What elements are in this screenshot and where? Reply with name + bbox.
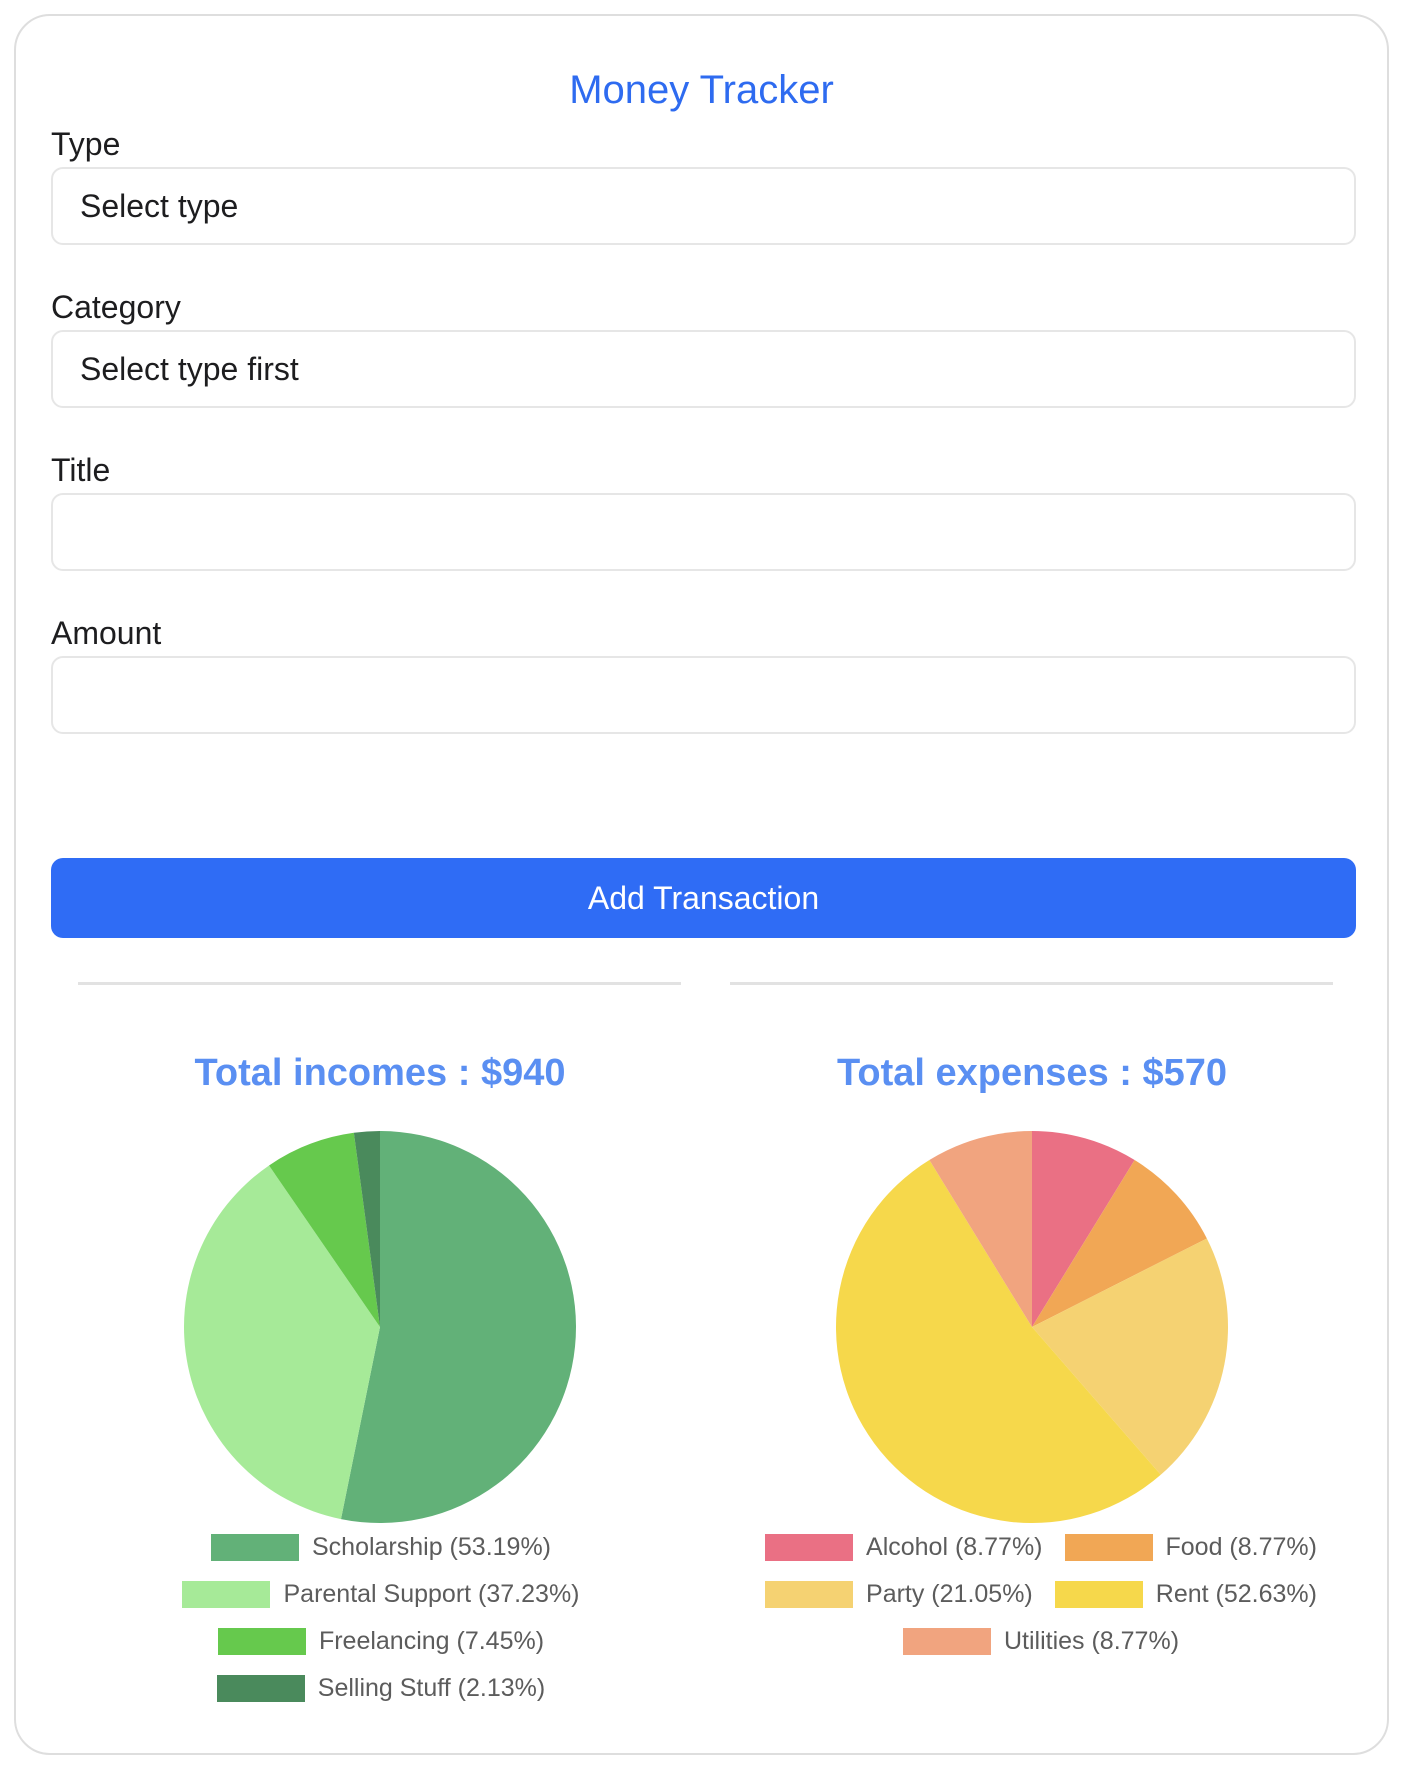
- expenses-legend-label: Utilities (8.77%): [1003, 1626, 1180, 1655]
- expenses-legend-swatch: [765, 1580, 854, 1608]
- expenses-legend-label: Alcohol (8.77%): [866, 1532, 1043, 1561]
- incomes-legend-item[interactable]: Selling Stuff (2.13%): [216, 1672, 546, 1704]
- incomes-legend-label: Scholarship (53.19%): [311, 1532, 551, 1561]
- incomes-legend-item[interactable]: Parental Support (37.23%): [182, 1578, 580, 1610]
- expenses-legend-label: Rent (52.63%): [1155, 1579, 1317, 1608]
- amount-field[interactable]: [51, 656, 1356, 734]
- category-select-value: Select type first: [80, 350, 299, 387]
- money-tracker-card: Money Tracker Type Select type Category …: [14, 14, 1389, 1755]
- incomes-legend-item[interactable]: Freelancing (7.45%): [217, 1625, 545, 1657]
- expenses-legend-label: Party (21.05%): [866, 1579, 1033, 1608]
- incomes-legend-swatch: [217, 1627, 306, 1655]
- expenses-divider: [730, 982, 1333, 985]
- expenses-legend-item[interactable]: Party (21.05%): [765, 1578, 1033, 1610]
- amount-label: Amount: [51, 615, 162, 651]
- incomes-legend-swatch: [216, 1674, 305, 1702]
- incomes-legend-swatch: [210, 1533, 299, 1561]
- title-label: Title: [51, 452, 111, 488]
- expenses-legend-item[interactable]: Rent (52.63%): [1054, 1578, 1317, 1610]
- expenses-legend-swatch: [902, 1627, 991, 1655]
- expenses-legend-swatch: [1064, 1533, 1153, 1561]
- category-select[interactable]: Select type first: [51, 330, 1356, 408]
- expenses-legend-item[interactable]: Food (8.77%): [1064, 1531, 1317, 1563]
- add-transaction-button[interactable]: Add Transaction: [51, 858, 1356, 938]
- title-field[interactable]: [51, 493, 1356, 571]
- incomes-pie-chart: [184, 1131, 577, 1523]
- title-input[interactable]: [80, 495, 1354, 569]
- type-label: Type: [51, 126, 121, 162]
- incomes-divider: [78, 982, 681, 985]
- expenses-legend-swatch: [1054, 1580, 1143, 1608]
- expenses-legend-label: Food (8.77%): [1165, 1532, 1317, 1561]
- app-title: Money Tracker: [569, 68, 834, 112]
- incomes-legend-label: Selling Stuff (2.13%): [317, 1673, 546, 1702]
- incomes-legend-swatch: [182, 1580, 271, 1608]
- incomes-legend-label: Freelancing (7.45%): [318, 1626, 545, 1655]
- expenses-pie-chart: [836, 1131, 1228, 1523]
- incomes-legend-item[interactable]: Scholarship (53.19%): [210, 1531, 551, 1563]
- type-select-value: Select type: [80, 187, 239, 224]
- expenses-legend: Alcohol (8.77%) Food (8.77%) Party (21.05%…: [741, 1531, 1341, 1657]
- amount-input[interactable]: [80, 658, 1354, 732]
- expenses-legend-swatch: [765, 1533, 854, 1561]
- incomes-legend-label: Parental Support (37.23%): [283, 1579, 580, 1608]
- incomes-total-title: Total incomes : $940: [194, 1052, 566, 1094]
- expenses-total-title: Total expenses : $570: [836, 1052, 1228, 1094]
- category-label: Category: [51, 289, 181, 325]
- incomes-legend: Scholarship (53.19%) Parental Support (37…: [91, 1531, 671, 1704]
- expenses-legend-item[interactable]: Utilities (8.77%): [902, 1625, 1180, 1657]
- type-select[interactable]: Select type: [51, 167, 1356, 245]
- expenses-legend-item[interactable]: Alcohol (8.77%): [765, 1531, 1043, 1563]
